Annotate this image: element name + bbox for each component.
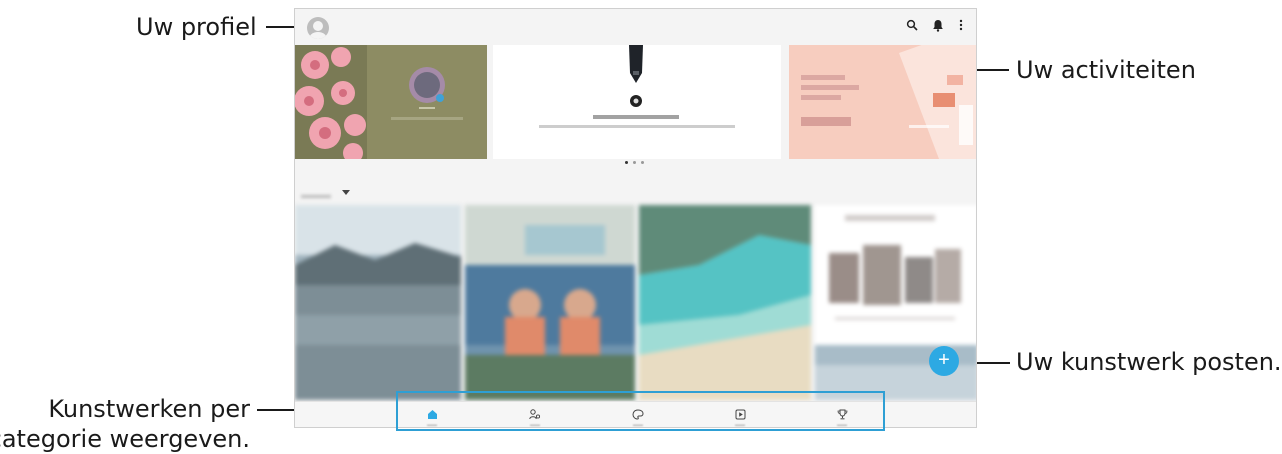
sort-label-blurred: ▬▬▬ bbox=[301, 190, 331, 201]
callout-profile: Uw profiel bbox=[136, 13, 257, 41]
post-artwork-button[interactable]: + bbox=[929, 346, 959, 376]
carousel-dot bbox=[641, 161, 644, 164]
callout-categories-line2: categorie weergeven. bbox=[0, 425, 250, 453]
illustration-banner[interactable] bbox=[789, 45, 976, 159]
avatar-head-shape bbox=[313, 21, 323, 31]
carousel-dot bbox=[625, 161, 628, 164]
lake-artwork[interactable] bbox=[295, 205, 461, 400]
callout-categories-line1: Kunstwerken per bbox=[48, 395, 250, 423]
search-icon[interactable] bbox=[904, 19, 920, 35]
callout-activities: Uw activiteiten bbox=[1016, 56, 1196, 84]
profile-avatar[interactable] bbox=[307, 17, 329, 39]
bottom-navigation-highlight bbox=[396, 391, 885, 431]
beach-artwork[interactable] bbox=[639, 205, 811, 400]
chevron-down-icon bbox=[342, 190, 350, 195]
pen-banner[interactable] bbox=[493, 45, 781, 159]
avatar-body-shape bbox=[309, 32, 327, 39]
flower-banner[interactable] bbox=[295, 45, 487, 159]
more-vert-icon[interactable] bbox=[953, 19, 969, 35]
callout-post-artwork: Uw kunstwerk posten. bbox=[1016, 348, 1282, 376]
app-screen: ▬▬▬ + ▬▬ ▬▬ ▬▬ ▬▬ ▬▬ bbox=[294, 8, 977, 428]
top-app-bar bbox=[295, 9, 976, 45]
carousel-dot bbox=[633, 161, 636, 164]
sort-dropdown[interactable]: ▬▬▬ bbox=[301, 185, 350, 201]
carousel-indicator bbox=[625, 161, 655, 167]
bell-icon[interactable] bbox=[930, 19, 946, 35]
statues-artwork[interactable] bbox=[465, 205, 635, 400]
